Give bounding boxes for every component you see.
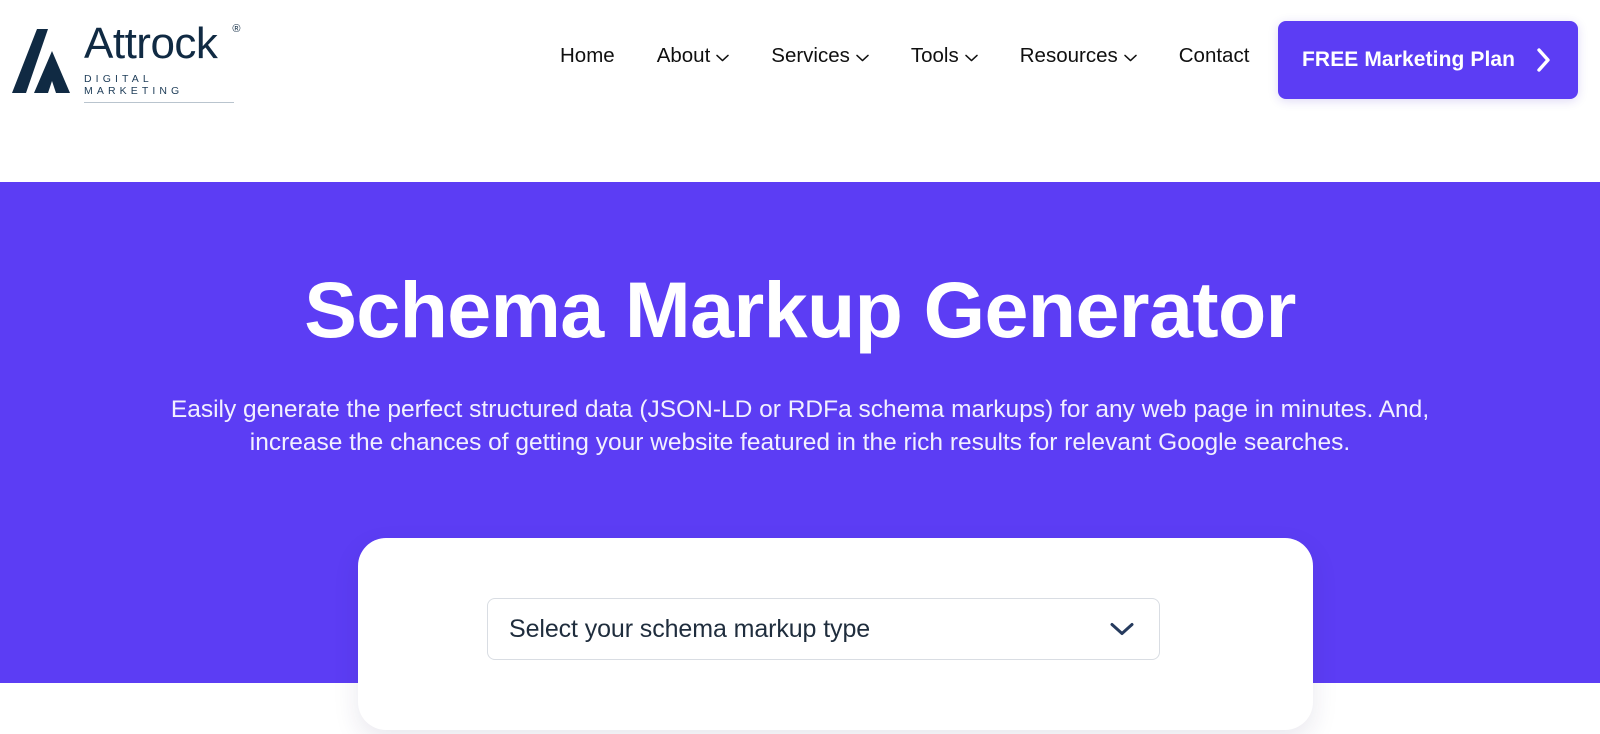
chevron-right-icon <box>1522 47 1552 73</box>
nav-item-about[interactable]: About <box>636 44 751 68</box>
site-header: Attrock ® DIGITAL MARKETING Home About Se… <box>0 0 1600 182</box>
schema-type-select-value: Select your schema markup type <box>509 614 871 643</box>
nav-item-label: Services <box>771 44 850 67</box>
nav-item-label: Resources <box>1019 44 1118 67</box>
page-root: Attrock ® DIGITAL MARKETING Home About Se… <box>0 0 1600 734</box>
nav-item-resources[interactable]: Resources <box>999 44 1158 68</box>
schema-type-select-wrap: Select your schema markup type <box>487 598 1160 660</box>
attrock-a-mark-icon <box>8 25 74 97</box>
cta-label: FREE Marketing Plan <box>1302 48 1516 71</box>
nav-item-contact[interactable]: Contact <box>1158 44 1271 68</box>
page-title: Schema Markup Generator <box>304 265 1296 354</box>
chevron-down-icon <box>716 51 730 62</box>
nav-item-services[interactable]: Services <box>750 44 890 68</box>
nav-item-label: Tools <box>910 44 959 67</box>
schema-tool-card: Select your schema markup type <box>358 538 1313 730</box>
chevron-down-icon <box>856 51 869 62</box>
hero-subtitle: Easily generate the perfect structured d… <box>170 396 1430 456</box>
main-navigation: Home About Services Tools Resources Cont… <box>556 44 1270 68</box>
brand-tagline: DIGITAL MARKETING <box>84 73 234 103</box>
registered-mark: ® <box>232 23 240 35</box>
nav-item-label: Contact <box>1178 44 1250 67</box>
chevron-down-icon <box>1109 621 1135 637</box>
chevron-down-icon <box>1123 51 1137 62</box>
brand-name: Attrock ® <box>84 19 240 68</box>
nav-item-label: Home <box>560 44 615 67</box>
schema-type-select[interactable]: Select your schema markup type <box>487 598 1160 660</box>
nav-item-tools[interactable]: Tools <box>890 44 999 68</box>
chevron-down-icon <box>964 51 978 62</box>
free-marketing-plan-button[interactable]: FREE Marketing Plan <box>1278 21 1578 99</box>
site-logo[interactable]: Attrock ® DIGITAL MARKETING <box>8 18 240 103</box>
nav-item-label: About <box>656 44 711 67</box>
logo-text-block: Attrock ® DIGITAL MARKETING <box>84 18 240 103</box>
nav-item-home[interactable]: Home <box>556 44 636 68</box>
